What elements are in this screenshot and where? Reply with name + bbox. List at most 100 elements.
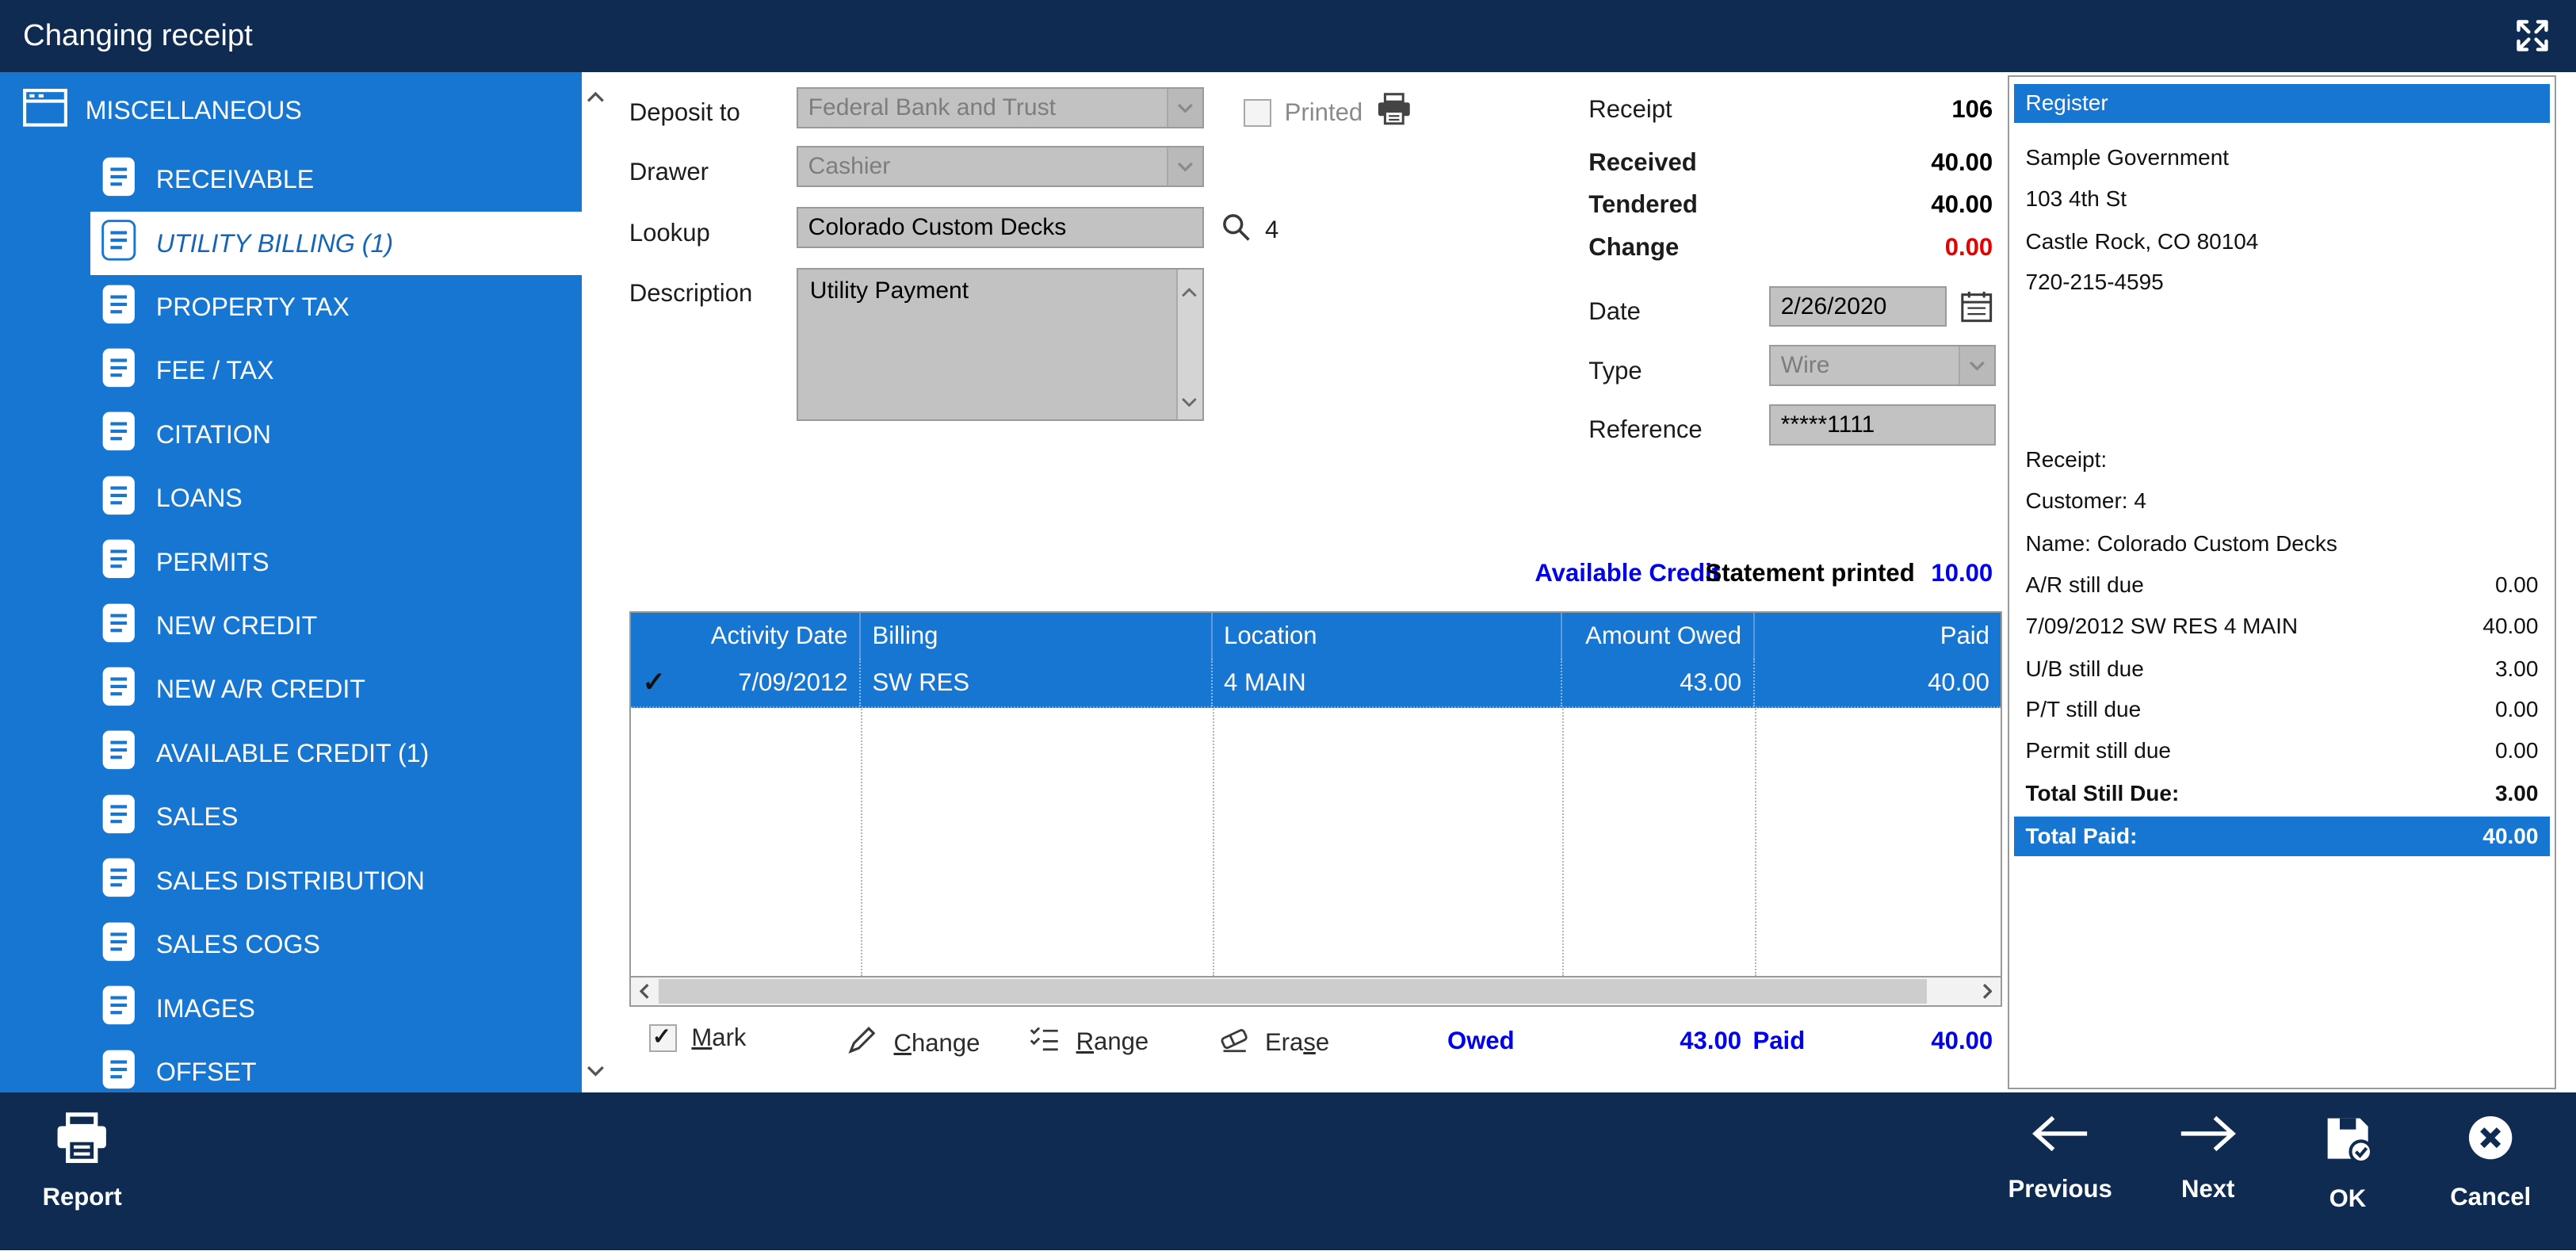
cell-amount-owed: 43.00 [1562,659,1755,707]
sidebar-item-offset[interactable]: OFFSET [90,1040,582,1092]
column-paid[interactable]: Paid [1755,613,2001,659]
printer-icon[interactable] [1376,92,1412,134]
statement-printed-label: Statement printed [1705,558,1915,587]
date-input[interactable]: 2/26/2020 [1769,285,1947,327]
register-header: Register [2014,83,2550,124]
column-activity-date[interactable]: Activity Date [631,613,861,660]
calendar-icon[interactable] [1960,289,1993,331]
sidebar-scrollbar[interactable] [581,72,610,1093]
printer-icon [54,1112,109,1169]
sidebar-item-new-credit[interactable]: NEW CREDIT [90,594,582,657]
register-address-line: Castle Rock, CO 80104 [2025,228,2259,254]
receipt-form: Deposit to Federal Bank and Trust Printe… [609,72,2008,1093]
sidebar-group-miscellaneous[interactable]: MISCELLANEOUS [23,88,302,133]
window-title: Changing receipt [23,17,253,52]
cell-billing: SW RES [861,659,1213,707]
maximize-icon[interactable] [2510,13,2555,58]
column-location[interactable]: Location [1213,613,1563,660]
search-icon[interactable] [1221,212,1252,250]
sidebar: MISCELLANEOUS RECEIVABLE UTILITY BILLING… [0,72,610,1093]
range-button[interactable]: Range [1028,1023,1148,1059]
register-line: Customer: 4 [2025,488,2146,514]
ok-button[interactable]: OK [2287,1112,2408,1213]
sidebar-list: RECEIVABLE UTILITY BILLING (1) PROPERTY … [0,148,582,1093]
cell-location: 4 MAIN [1213,659,1563,707]
deposit-to-select[interactable]: Federal Bank and Trust [797,86,1205,128]
column-billing[interactable]: Billing [861,613,1213,660]
cancel-button[interactable]: Cancel [2421,1112,2559,1211]
document-icon [101,729,136,777]
drawer-label: Drawer [629,157,709,186]
change-button[interactable]: Change [846,1023,980,1062]
sidebar-item-available-credit[interactable]: AVAILABLE CREDIT (1) [90,721,582,785]
scroll-up-icon[interactable] [1181,274,1198,304]
printed-checkbox[interactable] [1244,98,1272,127]
lookup-input[interactable]: Colorado Custom Decks [797,207,1205,248]
scroll-down-icon[interactable] [587,1054,605,1085]
sidebar-item-receivable[interactable]: RECEIVABLE [90,148,582,212]
checkbox-checked-icon [648,1023,677,1052]
grid-footer: Mark Change Range Erase Owed 43.00 Paid … [629,1019,2000,1068]
register-line: Permit still due 0.00 [2025,738,2539,763]
drawer-select[interactable]: Cashier [797,146,1205,188]
lookup-label: Lookup [629,218,710,247]
available-credit-label: Available Credit [1535,558,1721,587]
reference-input[interactable]: *****1111 [1769,404,1997,446]
bottom-toolbar: Report Previous Next OK Cancel [0,1092,2576,1251]
document-icon [101,220,136,267]
eraser-icon [1217,1023,1250,1061]
horizontal-scrollbar[interactable] [630,976,2001,1006]
owed-total-value: 43.00 [1680,1027,1742,1055]
sidebar-item-sales[interactable]: SALES [90,786,582,849]
activity-grid: Activity Date Billing Location Amount Ow… [629,611,2003,1008]
column-amount-owed[interactable]: Amount Owed [1562,613,1755,660]
scroll-left-icon[interactable] [631,977,659,1005]
available-credit-value: 10.00 [1931,558,1993,587]
sidebar-item-loans[interactable]: LOANS [90,467,582,530]
description-label: Description [629,279,753,308]
document-icon [101,794,136,841]
title-bar: Changing receipt [0,0,2576,73]
previous-button[interactable]: Previous [1991,1112,2129,1203]
cell-paid: 40.00 [1928,668,1989,697]
sidebar-item-property-tax[interactable]: PROPERTY TAX [90,275,582,339]
document-icon [101,411,136,458]
arrow-right-icon [2175,1112,2241,1161]
paid-total-value: 40.00 [1931,1027,1993,1055]
table-row[interactable]: 7/09/2012 SW RES 4 MAIN 43.00 40.00 [630,659,2001,709]
scroll-up-icon[interactable] [587,81,605,111]
register-line: Name: Colorado Custom Decks [2025,530,2337,556]
report-button[interactable]: Report [23,1112,141,1211]
scrollbar-thumb[interactable] [659,979,1928,1004]
sidebar-item-sales-distribution[interactable]: SALES DISTRIBUTION [90,849,582,912]
sidebar-item-images[interactable]: IMAGES [90,977,582,1040]
sidebar-item-citation[interactable]: CITATION [90,403,582,466]
sidebar-item-permits[interactable]: PERMITS [90,530,582,594]
sidebar-item-utility-billing[interactable]: UTILITY BILLING (1) [90,211,582,276]
receipt-number: 106 [1951,95,1993,124]
sidebar-item-sales-cogs[interactable]: SALES COGS [90,912,582,976]
scroll-down-icon[interactable] [1181,384,1198,414]
scroll-right-icon[interactable] [1973,977,2001,1005]
register-panel: Register Sample Government 103 4th St Ca… [2007,75,2557,1090]
erase-button[interactable]: Erase [1217,1023,1329,1061]
sidebar-item-new-ar-credit[interactable]: NEW A/R CREDIT [90,658,582,721]
printed-label: Printed [1284,98,1363,127]
description-textarea[interactable]: Utility Payment [797,267,1205,421]
grid-header: Activity Date Billing Location Amount Ow… [630,613,2001,660]
type-select[interactable]: Wire [1769,345,1997,387]
description-scrollbar[interactable] [1176,269,1203,419]
available-credit-line: Available Credit Statement printed 10.00 [1535,559,1993,587]
grid-body: 7/09/2012 SW RES 4 MAIN 43.00 40.00 [630,659,2001,977]
sidebar-item-fee-tax[interactable]: FEE / TAX [90,339,582,403]
register-line: A/R still due 0.00 [2025,572,2539,597]
chevron-down-icon [1166,88,1203,127]
document-icon [101,603,136,650]
receipt-label: Receipt [1588,95,1672,124]
document-icon [101,538,136,586]
next-button[interactable]: Next [2146,1112,2271,1203]
mark-button[interactable]: Mark [648,1023,746,1052]
pencil-icon [846,1023,878,1062]
register-line: U/B still due 3.00 [2025,656,2539,681]
cancel-icon [2465,1112,2516,1169]
